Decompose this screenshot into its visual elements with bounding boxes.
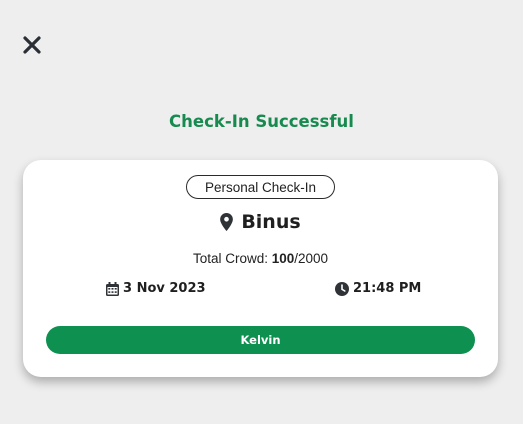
close-button[interactable] (20, 33, 44, 57)
crowd-count: Total Crowd: 100/2000 (23, 251, 498, 266)
checkin-date: 3 Nov 2023 (106, 281, 206, 296)
user-name-button[interactable]: Kelvin (46, 326, 475, 354)
checkin-time: 21:48 PM (335, 281, 421, 296)
location-row: Binus (23, 211, 498, 233)
date-text: 3 Nov 2023 (123, 281, 206, 296)
clock-icon (335, 281, 349, 296)
close-icon (23, 36, 41, 54)
crowd-max: /2000 (294, 251, 329, 266)
checkin-type-badge: Personal Check-In (186, 175, 335, 199)
map-pin-icon (220, 213, 234, 231)
checkin-success-screen: Check-In Successful Personal Check-In Bi… (0, 0, 523, 424)
checkin-card: Personal Check-In Binus Total Crowd: 100… (23, 160, 498, 377)
calendar-icon (106, 281, 119, 296)
page-title: Check-In Successful (169, 112, 354, 131)
location-name: Binus (241, 211, 301, 233)
crowd-current: 100 (271, 251, 295, 266)
crowd-label: Total Crowd: (192, 251, 272, 266)
time-text: 21:48 PM (353, 281, 422, 296)
